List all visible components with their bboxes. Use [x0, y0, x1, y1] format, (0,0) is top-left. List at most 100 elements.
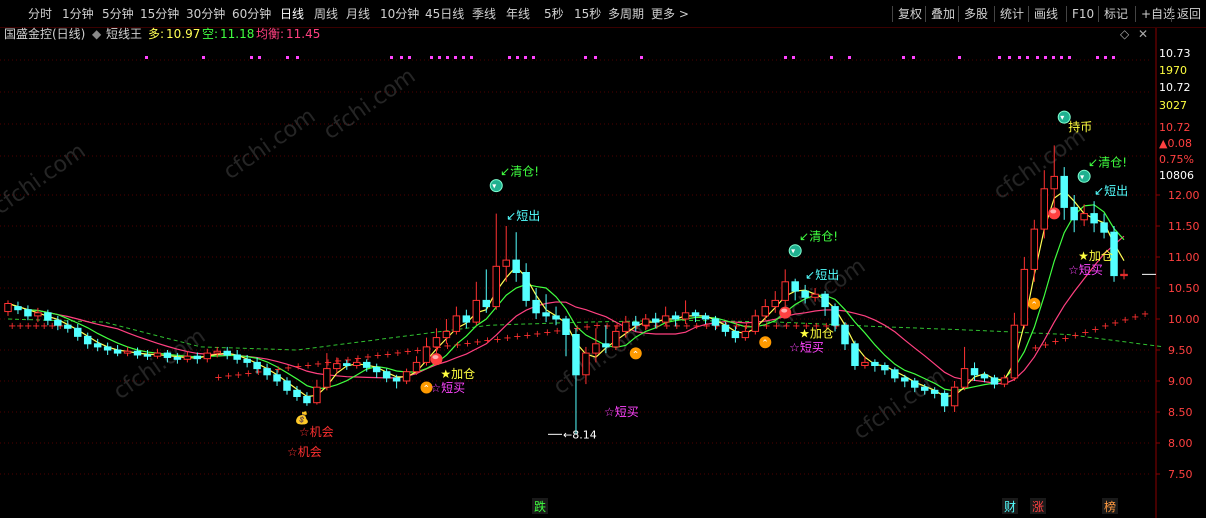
plus-mark: + [663, 321, 671, 332]
candle-body [173, 356, 182, 360]
bottom-marker-bottom_bang[interactable]: 榜 [1104, 499, 1116, 514]
plus-mark: + [274, 364, 282, 375]
candle[interactable] [970, 362, 979, 381]
signal-dot [145, 56, 148, 59]
candle[interactable] [751, 309, 760, 335]
candle-body [392, 377, 401, 382]
candle[interactable] [223, 346, 231, 360]
candle[interactable] [313, 379, 321, 405]
candle[interactable] [422, 337, 431, 366]
candle[interactable] [990, 374, 999, 389]
candle-body [841, 324, 849, 345]
candle-body [422, 346, 431, 363]
candle[interactable] [24, 305, 32, 321]
signal-dot [1018, 56, 1021, 59]
candle[interactable] [512, 232, 520, 282]
money-bag-icon: 💰 [295, 411, 310, 425]
signal-dot [296, 56, 299, 59]
candle[interactable] [980, 371, 989, 383]
candle[interactable] [482, 269, 491, 313]
signal-dot [1036, 56, 1039, 59]
candle[interactable] [113, 345, 122, 357]
candle[interactable] [103, 342, 112, 355]
plus-mark: + [1141, 309, 1149, 320]
candle[interactable] [1060, 167, 1068, 220]
candle[interactable] [940, 390, 949, 412]
plus-mark: + [613, 321, 621, 332]
candle[interactable] [821, 291, 829, 316]
candle-body [502, 259, 510, 267]
candle[interactable] [1100, 213, 1108, 239]
kline-chart[interactable]: 12.0011.5011.0010.5010.009.509.008.508.0… [0, 0, 1206, 518]
candle[interactable] [552, 306, 560, 326]
axis-info-0: 10.73 [1159, 47, 1191, 60]
candle-body [651, 318, 660, 323]
candle[interactable] [960, 346, 969, 391]
candle[interactable] [123, 346, 132, 357]
candle[interactable] [502, 226, 510, 282]
signal-dot [902, 56, 905, 59]
candle-body [313, 386, 321, 404]
candle[interactable] [402, 368, 411, 385]
candle[interactable] [462, 309, 471, 329]
candle[interactable] [372, 363, 381, 378]
candle[interactable] [532, 288, 540, 319]
candle[interactable] [841, 322, 849, 350]
candle[interactable] [851, 340, 859, 370]
bottom-marker-bottom_cai[interactable]: 财 [1004, 500, 1016, 514]
candle[interactable] [233, 350, 241, 364]
candle[interactable] [1070, 195, 1078, 233]
red-ball-icon [779, 306, 792, 319]
plus-mark: + [1081, 327, 1089, 338]
candle[interactable] [761, 299, 770, 321]
candle[interactable] [412, 356, 421, 375]
candle[interactable] [1020, 257, 1029, 329]
candle[interactable] [861, 356, 869, 369]
candle-body [661, 315, 670, 323]
candle[interactable] [4, 300, 12, 316]
chevron-down-icon: ▾ [791, 247, 795, 256]
candle-body [402, 371, 411, 382]
candle-body [64, 324, 72, 329]
candle[interactable] [452, 306, 461, 335]
signal-dot [792, 56, 795, 59]
axis-info-7: 10806 [1159, 169, 1194, 182]
candle-body [343, 363, 351, 367]
candle[interactable] [950, 381, 959, 412]
candle[interactable] [14, 301, 22, 315]
plus-mark: + [314, 359, 322, 370]
candle[interactable] [472, 281, 481, 326]
candle[interactable] [661, 306, 670, 326]
candle-body [14, 306, 22, 311]
candle[interactable] [74, 323, 82, 341]
candle[interactable] [442, 319, 451, 344]
candle-body [1120, 273, 1128, 277]
candle[interactable] [522, 263, 530, 307]
candle-body [711, 318, 720, 326]
candle[interactable] [1120, 269, 1128, 280]
candle[interactable] [1040, 170, 1049, 239]
signal-dot [1112, 56, 1115, 59]
signal-dot [1052, 56, 1055, 59]
candle-body [1000, 377, 1009, 385]
candle[interactable] [871, 359, 879, 372]
plus-mark: + [543, 328, 551, 339]
plus-mark: + [234, 370, 242, 381]
candle[interactable] [881, 362, 889, 375]
bottom-marker-bottom_die[interactable]: 跌 [534, 499, 546, 514]
candle-body [901, 377, 909, 382]
candle[interactable] [542, 294, 550, 323]
candle[interactable] [492, 213, 500, 310]
candle-body [920, 386, 929, 391]
plus-mark: + [493, 334, 501, 345]
candle-body [532, 299, 540, 314]
candle[interactable] [203, 348, 212, 363]
candle[interactable] [891, 367, 899, 383]
watermark-text: cfchi.com [849, 364, 950, 445]
signal-dot [1026, 56, 1029, 59]
signal-dot [848, 56, 851, 59]
candle-body [861, 361, 869, 366]
bottom-marker-bottom_zhang[interactable]: 涨 [1032, 499, 1044, 514]
candle[interactable] [1010, 312, 1019, 381]
candle[interactable] [1030, 219, 1039, 282]
